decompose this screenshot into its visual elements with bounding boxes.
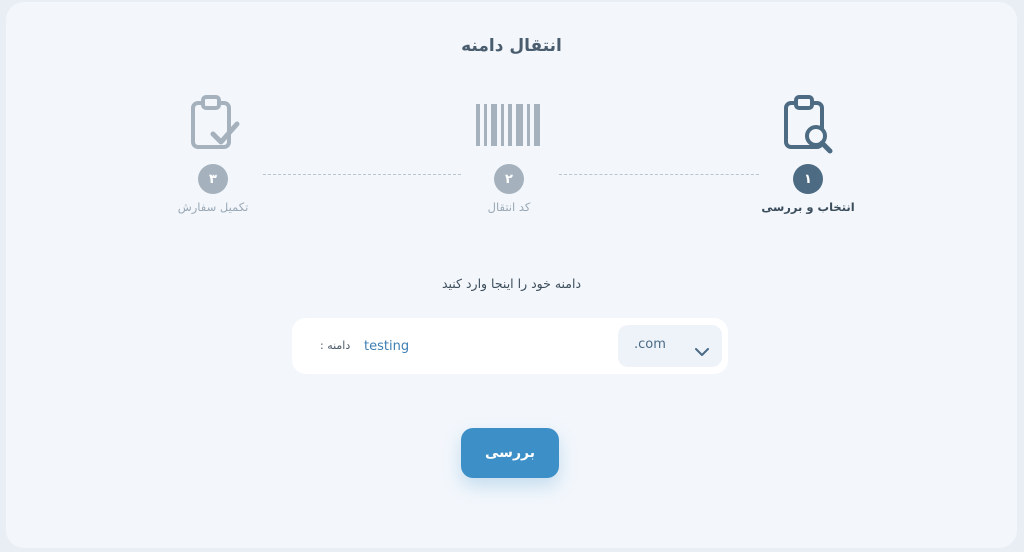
tld-select[interactable]: .com [618,325,722,367]
page-title: انتقال دامنه [461,36,562,56]
step-select-review: ۱ انتخاب و بررسی [748,94,868,224]
domain-input[interactable] [364,318,604,374]
step-number: ۳ [198,164,228,194]
clipboard-search-icon [778,94,838,160]
check-button[interactable]: بررسی [461,428,559,478]
step-number: ۱ [793,164,823,194]
step-label: تکمیل سفارش [177,200,249,214]
tld-selected-value: .com [634,337,666,352]
step-label: کد انتقال [487,200,531,214]
domain-entry-box: دامنه : .com [292,318,728,374]
step-label: انتخاب و بررسی [761,200,855,214]
step-complete-order: ۳ تکمیل سفارش [153,94,273,224]
step-number: ۲ [494,164,524,194]
step-transfer-code: ۲ کد انتقال [449,94,569,224]
chevron-down-icon [695,342,709,361]
step-connector [559,174,759,175]
clipboard-check-icon [183,94,243,160]
domain-label: دامنه : [320,339,351,352]
barcode-icon [476,104,542,150]
domain-prompt: دامنه خود را اینجا وارد کنید [441,276,582,291]
step-connector [263,174,461,175]
